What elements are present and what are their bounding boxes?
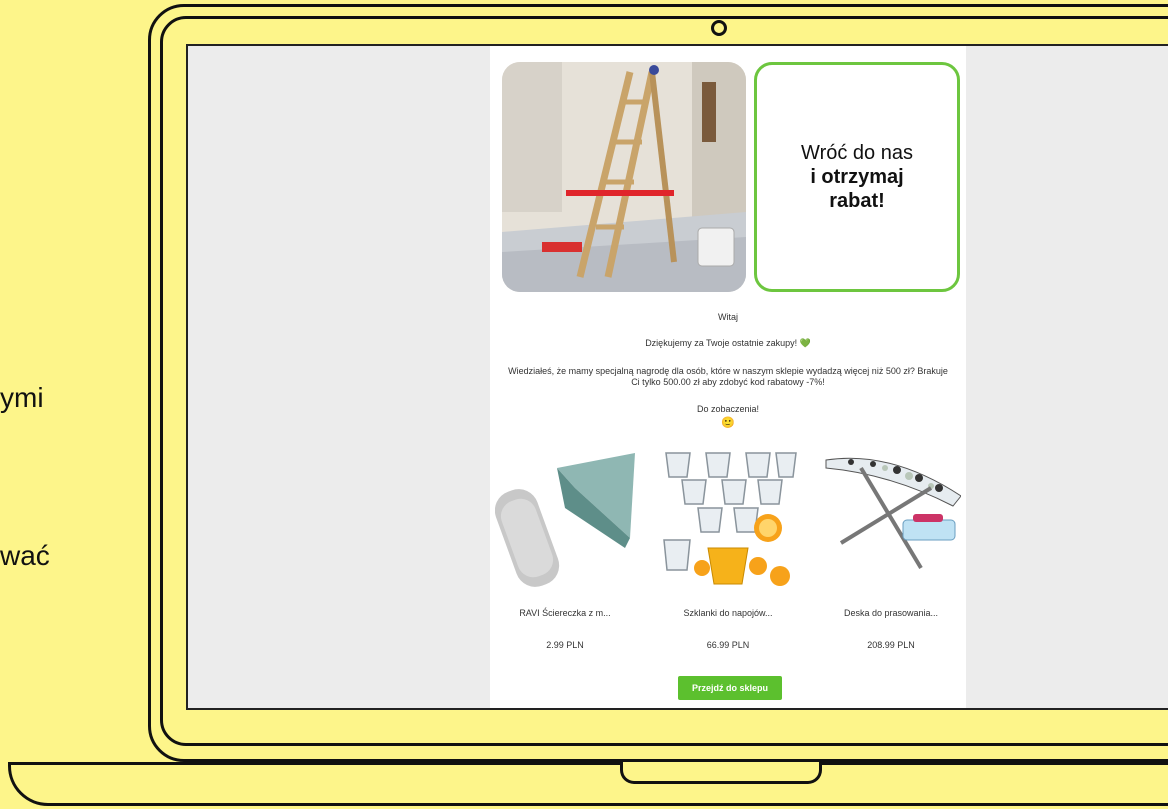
ladder-scene-icon: [502, 62, 746, 292]
bye-text: Do zobaczenia!: [696, 404, 760, 414]
camera-icon: [711, 20, 727, 36]
towel-icon: [494, 453, 635, 587]
ironing-board-image[interactable]: [821, 448, 962, 588]
offer-text: Wiedziałeś, że mamy specjalną nagrodę dl…: [508, 366, 948, 387]
product-card[interactable]: Szklanki do napojów... 66.99 PLN: [653, 448, 803, 650]
laptop-screen: Wróć do nas i otrzymaj rabat! Witaj Dzię…: [186, 44, 1168, 710]
hero-title-line3: rabat!: [829, 190, 885, 212]
product-price: 2.99 PLN: [546, 640, 584, 650]
product-price: 208.99 PLN: [867, 640, 915, 650]
product-name[interactable]: Deska do prasowania...: [816, 608, 966, 618]
towel-image[interactable]: [494, 448, 635, 588]
hero-title-line1: Wróć do nas: [801, 142, 913, 164]
side-text-2: wać: [0, 540, 50, 571]
product-name[interactable]: RAVI Ściereczka z m...: [490, 608, 640, 618]
hero-title-line2: i otrzymaj: [810, 166, 904, 188]
product-card[interactable]: RAVI Ściereczka z m... 2.99 PLN: [490, 448, 640, 650]
smile-emoji-icon: 🙂: [721, 417, 735, 429]
go-to-shop-button[interactable]: Przejdź do sklepu: [678, 676, 782, 700]
product-price: 66.99 PLN: [706, 640, 750, 650]
laptop-notch: [620, 762, 822, 784]
email-body: Wróć do nas i otrzymaj rabat! Witaj Dzię…: [490, 46, 966, 708]
laptop-base: [8, 762, 1168, 806]
hero-promo-card: Wróć do nas i otrzymaj rabat!: [754, 62, 960, 292]
product-name[interactable]: Szklanki do napojów...: [653, 608, 803, 618]
thanks-text: Dziękujemy za Twoje ostatnie zakupy! 💚: [645, 338, 811, 348]
glasses-image[interactable]: [658, 448, 798, 588]
product-card[interactable]: Deska do prasowania... 208.99 PLN: [816, 448, 966, 650]
glasses-icon: [663, 452, 797, 586]
side-text-1: ymi: [0, 382, 44, 413]
ironing-board-icon: [825, 457, 962, 570]
hero-ladder-image: [502, 62, 746, 292]
greeting-text: Witaj: [718, 312, 738, 322]
